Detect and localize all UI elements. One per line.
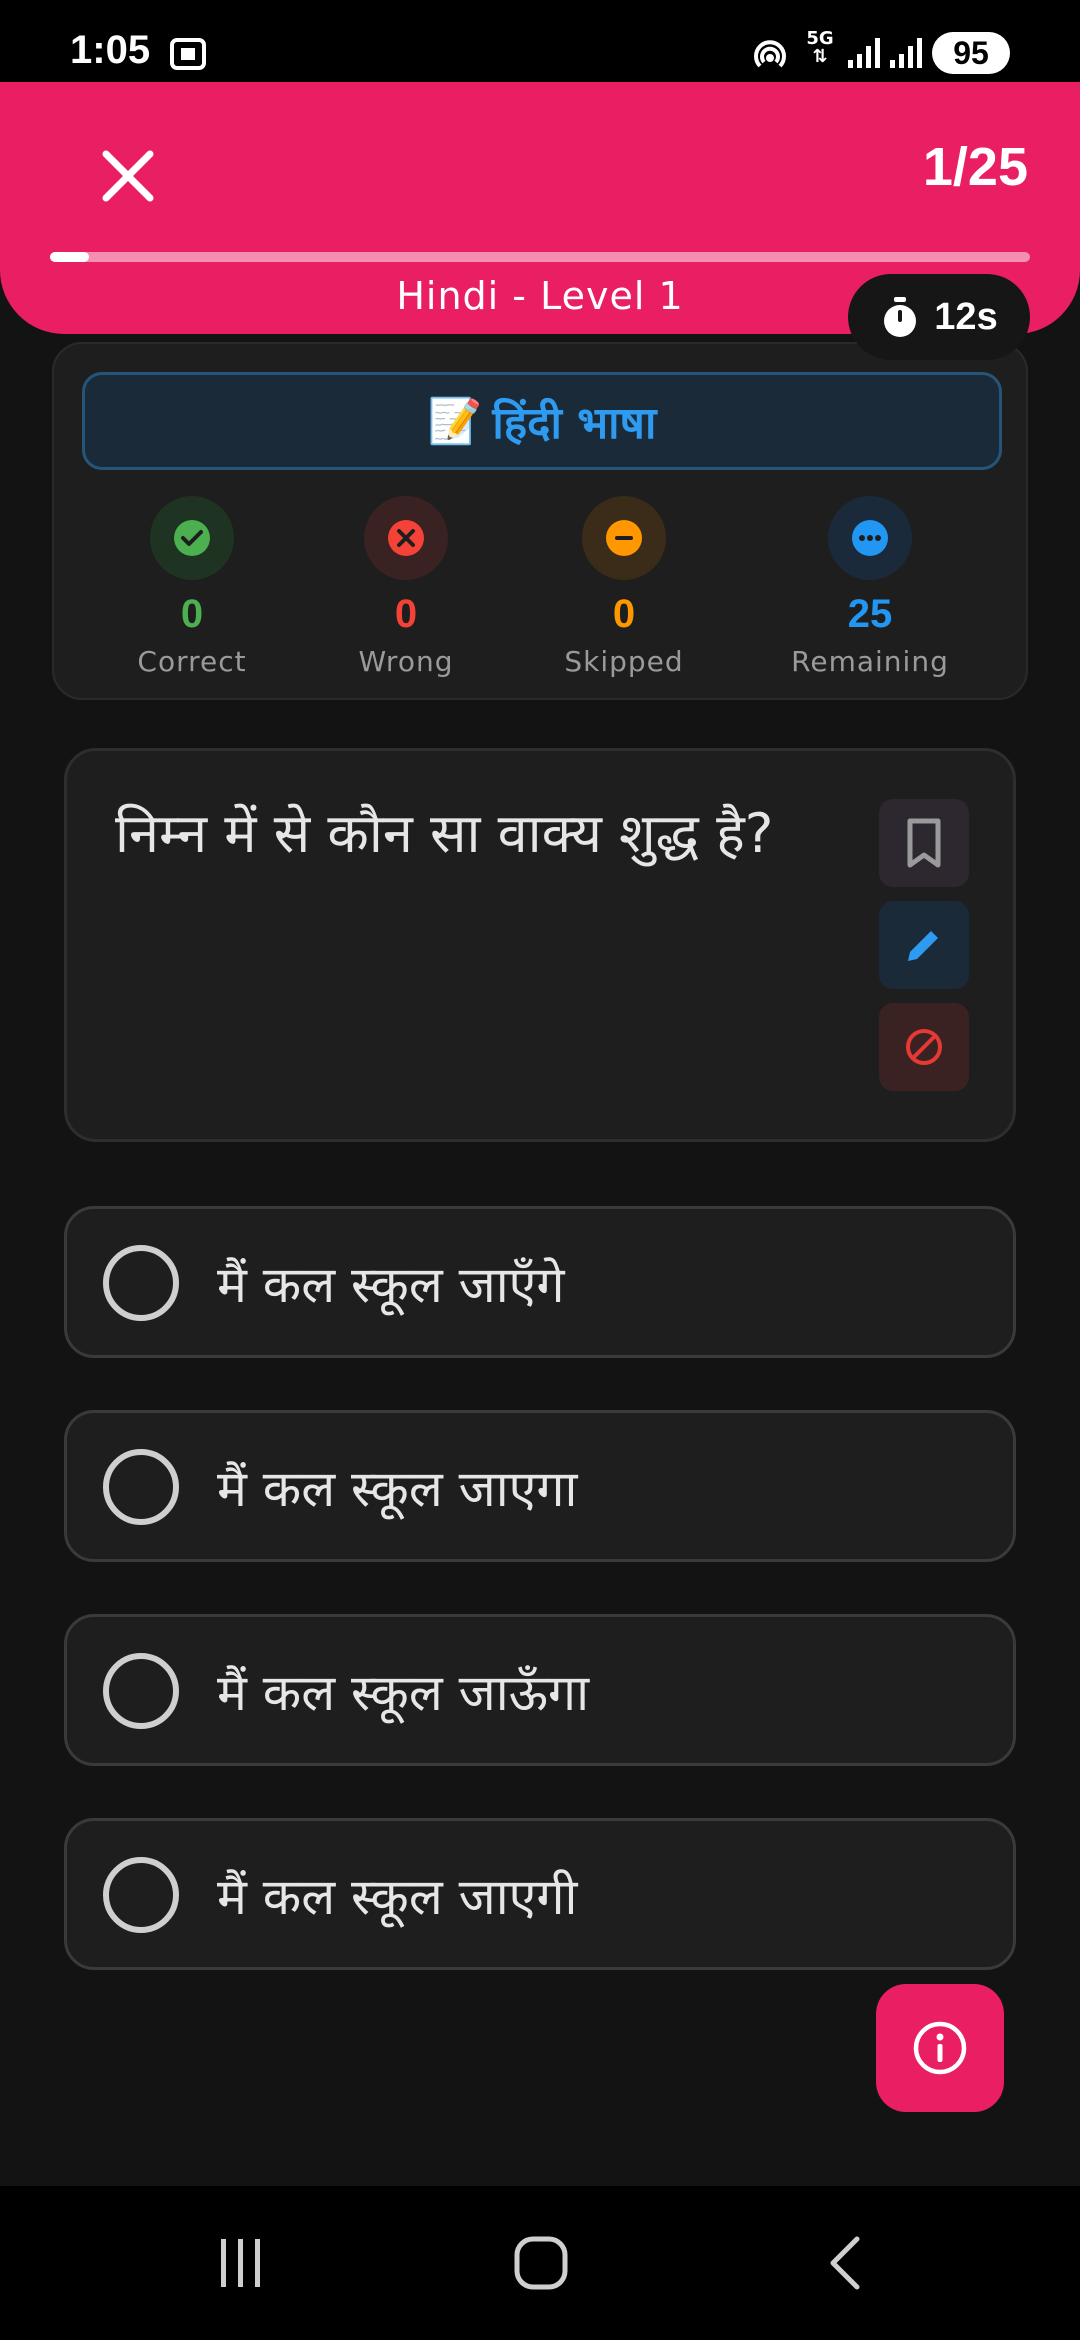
radio-button[interactable] <box>103 1653 179 1729</box>
back-icon <box>830 2236 860 2290</box>
stat-wrong: 0 Wrong <box>306 496 506 678</box>
stat-value: 0 <box>180 592 204 636</box>
memo-icon: 📝 <box>427 396 483 447</box>
option-text: मैं कल स्कूल जाएगा <box>217 1460 578 1518</box>
subject-chip: 📝 हिंदी भाषा <box>82 372 1002 470</box>
radio-button[interactable] <box>103 1245 179 1321</box>
stat-value: 0 <box>394 592 418 636</box>
radio-button[interactable] <box>103 1449 179 1525</box>
report-button[interactable] <box>879 1003 969 1091</box>
screenshot-icon <box>168 34 208 78</box>
bookmark-icon <box>907 818 941 868</box>
option-3[interactable]: मैं कल स्कूल जाऊँगा <box>64 1614 1016 1766</box>
network-5g-icon: 5G ⇅ <box>806 28 834 67</box>
radio-button[interactable] <box>103 1857 179 1933</box>
status-bar: 1:05 5G ⇅ 95 <box>0 0 1080 82</box>
stat-correct: 0 Correct <box>92 496 292 678</box>
back-button[interactable] <box>800 2228 890 2298</box>
stat-value: 25 <box>847 592 893 636</box>
close-icon <box>102 150 154 202</box>
question-card: निम्न में से कौन सा वाक्य शुद्ध है? <box>64 748 1016 1142</box>
option-2[interactable]: मैं कल स्कूल जाएगा <box>64 1410 1016 1562</box>
stat-label: Correct <box>137 645 247 678</box>
subject-label: हिंदी भाषा <box>492 398 657 449</box>
stats-card: 📝 हिंदी भाषा 0 Correct 0 Wrong 0 Skipped… <box>52 342 1028 700</box>
minus-circle-icon <box>606 520 642 556</box>
question-counter: 1/25 <box>922 137 1028 197</box>
bookmark-button[interactable] <box>879 799 969 887</box>
option-1[interactable]: मैं कल स्कूल जाएँगे <box>64 1206 1016 1358</box>
x-circle-icon <box>388 520 424 556</box>
stat-label: Remaining <box>791 645 949 678</box>
pencil-icon <box>908 931 938 961</box>
stat-remaining-badge <box>828 496 912 580</box>
stopwatch-icon <box>884 297 917 337</box>
option-text: मैं कल स्कूल जाएँगे <box>217 1256 565 1314</box>
stat-wrong-badge <box>364 496 448 580</box>
option-text: मैं कल स्कूल जाऊँगा <box>217 1664 590 1722</box>
option-4[interactable]: मैं कल स्कूल जाएगी <box>64 1818 1016 1970</box>
info-button[interactable] <box>876 1984 1004 2112</box>
stat-remaining: 25 Remaining <box>770 496 970 678</box>
stat-value: 0 <box>612 592 636 636</box>
option-text: मैं कल स्कूल जाएगी <box>217 1868 578 1926</box>
home-icon <box>514 2236 568 2290</box>
question-text: निम्न में से कौन सा वाक्य शुद्ध है? <box>115 802 774 865</box>
signal-icon <box>846 36 884 74</box>
check-icon <box>174 520 210 556</box>
stat-label: Skipped <box>564 645 684 678</box>
battery-level: 95 <box>953 34 989 71</box>
system-nav-bar <box>0 2186 1080 2340</box>
home-button[interactable] <box>496 2228 586 2298</box>
more-circle-icon <box>852 520 888 556</box>
recents-button[interactable] <box>196 2228 286 2298</box>
recents-icon <box>221 2239 260 2287</box>
timer-value: 12s <box>934 295 998 338</box>
signal-icon-2 <box>888 36 926 74</box>
battery-indicator: 95 <box>932 32 1010 74</box>
edit-button[interactable] <box>879 901 969 989</box>
hotspot-icon <box>748 34 792 82</box>
stat-skipped: 0 Skipped <box>524 496 724 678</box>
timer-badge: 12s <box>848 274 1030 360</box>
close-button[interactable] <box>92 140 164 212</box>
info-icon <box>913 2021 967 2075</box>
progress-fill <box>50 252 90 262</box>
status-time: 1:05 <box>70 28 151 72</box>
stat-skipped-badge <box>582 496 666 580</box>
block-icon <box>906 1029 942 1065</box>
stat-label: Wrong <box>358 645 454 678</box>
quiz-screen: 1:05 5G ⇅ 95 1/25 Hindi - Level 1 12s 📝 … <box>0 0 1080 2340</box>
progress-bar <box>50 252 1030 262</box>
stat-correct-badge <box>150 496 234 580</box>
network-label: 5G <box>806 28 834 49</box>
